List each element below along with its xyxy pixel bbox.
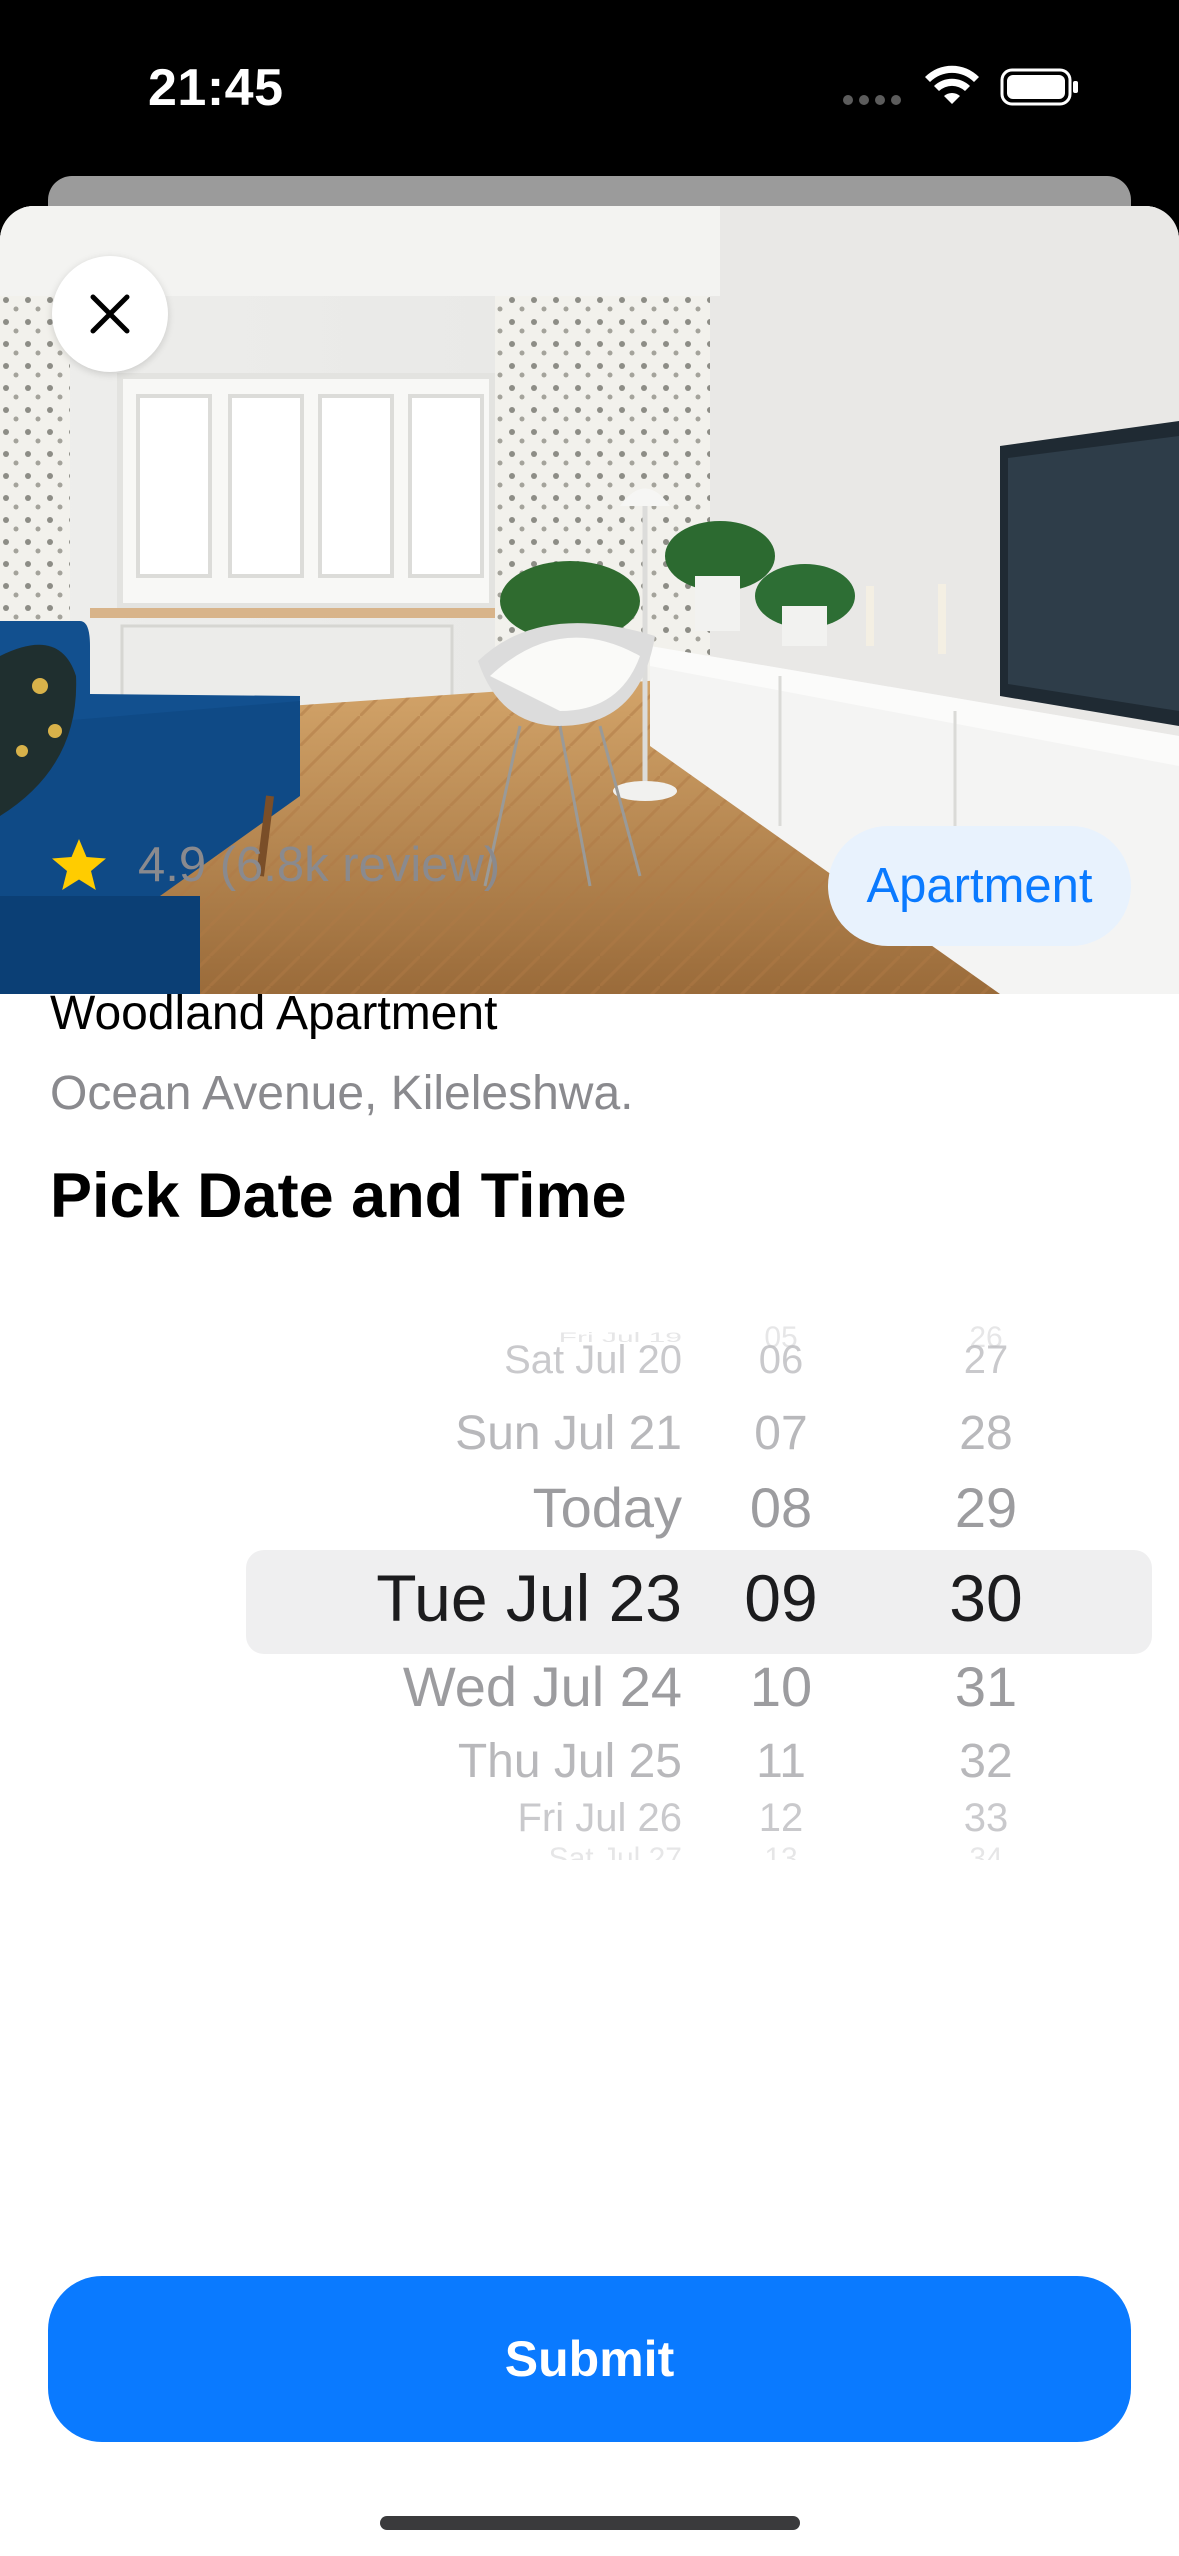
hour-option[interactable]: 11 — [756, 1734, 806, 1789]
hour-option-selected[interactable]: 09 — [744, 1560, 817, 1636]
close-button[interactable] — [52, 256, 168, 372]
listing-address: Ocean Avenue, Kileleshwa. — [50, 1067, 634, 1120]
hour-option[interactable]: 10 — [750, 1654, 812, 1719]
date-option-selected[interactable]: Tue Jul 23 — [376, 1560, 682, 1636]
category-badge[interactable]: Apartment — [828, 826, 1131, 946]
submit-button[interactable]: Submit — [48, 2276, 1131, 2442]
date-option[interactable]: Wed Jul 24 — [403, 1654, 682, 1719]
date-time-picker[interactable]: Fri Jul 19 Sat Jul 20 Sun Jul 21 Today T… — [246, 1320, 1152, 1860]
date-option[interactable]: Fri Jul 26 — [518, 1796, 683, 1841]
cellular-dots-icon — [843, 95, 905, 107]
minute-option[interactable]: 27 — [964, 1338, 1009, 1383]
home-indicator[interactable] — [380, 2516, 800, 2530]
wifi-icon — [925, 65, 979, 104]
date-option[interactable]: Thu Jul 25 — [458, 1734, 682, 1789]
battery-icon — [1000, 68, 1078, 106]
screen: 21:45 4.9 (6.8k review) Apartment Woodla… — [0, 0, 1179, 2556]
hour-option[interactable]: 13 — [764, 1842, 797, 1860]
minute-option[interactable]: 29 — [955, 1475, 1017, 1540]
minute-option[interactable]: 28 — [959, 1406, 1012, 1461]
minute-option-selected[interactable]: 30 — [949, 1560, 1022, 1636]
status-time: 21:45 — [148, 59, 284, 117]
date-option[interactable]: Sat Jul 20 — [504, 1338, 682, 1383]
rating-text: 4.9 (6.8k review) — [138, 838, 501, 892]
date-option[interactable]: Sun Jul 21 — [455, 1406, 682, 1461]
minute-option[interactable]: 34 — [969, 1842, 1002, 1860]
date-wheel[interactable]: Fri Jul 19 Sat Jul 20 Sun Jul 21 Today T… — [246, 1320, 682, 1860]
hour-wheel[interactable]: 05 06 07 08 09 10 11 12 13 — [706, 1320, 856, 1860]
hour-option[interactable]: 08 — [750, 1475, 812, 1540]
minute-option[interactable]: 31 — [955, 1654, 1017, 1719]
hour-option[interactable]: 12 — [759, 1796, 804, 1841]
hour-option[interactable]: 06 — [759, 1338, 804, 1383]
close-icon — [90, 294, 130, 334]
date-option[interactable]: Today — [533, 1475, 682, 1540]
hour-option[interactable]: 07 — [754, 1406, 807, 1461]
minute-option[interactable]: 33 — [964, 1796, 1009, 1841]
rating-row: 4.9 (6.8k review) — [50, 830, 500, 900]
pick-date-title: Pick Date and Time — [50, 1161, 627, 1231]
date-option[interactable]: Sat Jul 27 — [549, 1842, 682, 1860]
listing-title: Woodland Apartment — [50, 987, 498, 1040]
minute-wheel[interactable]: 26 27 28 29 30 31 32 33 34 — [886, 1320, 1086, 1860]
minute-option[interactable]: 32 — [959, 1734, 1012, 1789]
star-icon — [52, 839, 106, 890]
